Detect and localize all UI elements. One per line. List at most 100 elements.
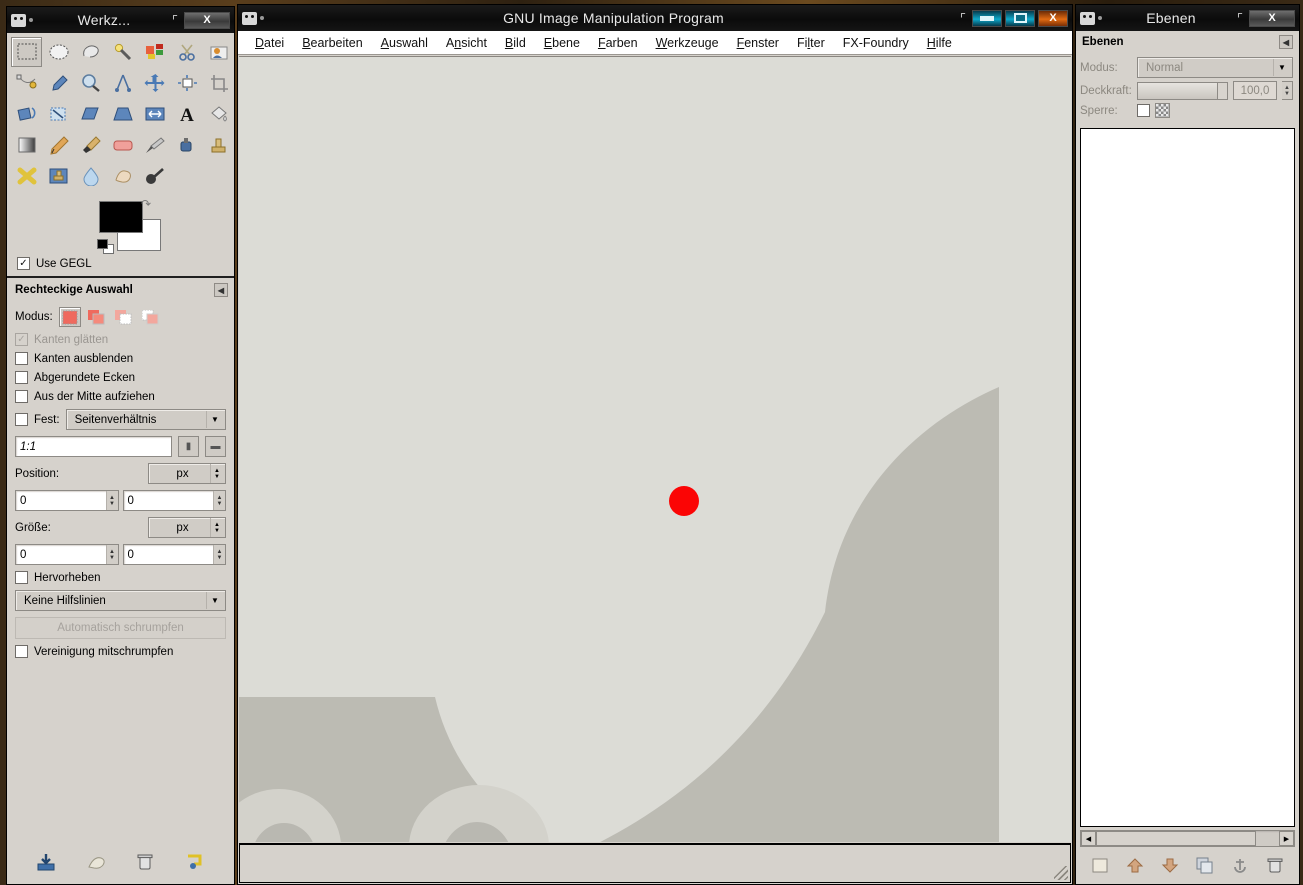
menu-werkzeuge[interactable]: Werkzeuge [647, 33, 728, 53]
save-image-icon[interactable] [36, 853, 56, 876]
highlight-row[interactable]: Hervorheben [15, 571, 226, 584]
menu-datei[interactable]: Datei [246, 33, 293, 53]
tool-airbrush[interactable] [139, 130, 170, 160]
menu-filter[interactable]: Filter [788, 33, 834, 53]
brush-icon[interactable] [86, 853, 106, 876]
raise-layer-icon[interactable] [1126, 857, 1144, 878]
tool-fuzzy-select[interactable] [107, 37, 138, 67]
tool-paintbrush[interactable] [75, 130, 106, 160]
feather-row[interactable]: Kanten ausblenden [15, 352, 226, 365]
menu-ansicht[interactable]: Ansicht [437, 33, 496, 53]
tool-measure[interactable] [107, 68, 138, 98]
tool-move[interactable] [139, 68, 170, 98]
toolbox-shade-button[interactable]: ⌜ [169, 14, 181, 27]
tool-zoom[interactable] [75, 68, 106, 98]
tool-free-select[interactable] [75, 37, 106, 67]
menu-bearbeiten[interactable]: Bearbeiten [293, 33, 371, 53]
tool-crop[interactable] [203, 68, 234, 98]
fixed-mode-combo[interactable]: Seitenverhältnis ▼ [65, 409, 226, 430]
tool-align[interactable] [171, 68, 202, 98]
tool-scale[interactable] [43, 99, 74, 129]
main-close-button[interactable]: X [1038, 9, 1068, 27]
expand-from-center-row[interactable]: Aus der Mitte aufziehen [15, 390, 226, 403]
lock-alpha-icon[interactable] [1155, 103, 1170, 118]
modus-replace-button[interactable] [58, 307, 81, 327]
tool-dodge-burn[interactable] [139, 161, 170, 191]
fixed-checkbox[interactable] [15, 413, 28, 426]
menu-auswahl[interactable]: Auswahl [372, 33, 437, 53]
shrink-merged-row[interactable]: Vereinigung mitschrumpfen [15, 645, 226, 658]
position-x-input[interactable]: 0 ▲ ▼ [15, 490, 119, 511]
guides-combo[interactable]: Keine Hilfslinien ▼ [15, 590, 226, 611]
trash-icon[interactable] [135, 853, 155, 876]
tool-color-picker[interactable] [43, 68, 74, 98]
modus-add-button[interactable] [86, 307, 108, 327]
layers-close-button[interactable]: X [1249, 9, 1295, 27]
duplicate-layer-icon[interactable] [1196, 857, 1214, 878]
delete-layer-icon[interactable] [1266, 857, 1284, 878]
tool-select-by-color[interactable] [139, 37, 170, 67]
tool-rotate[interactable] [11, 99, 42, 129]
resize-grip[interactable] [1054, 866, 1068, 880]
menu-ebene[interactable]: Ebene [535, 33, 589, 53]
canvas-area[interactable] [239, 56, 1071, 842]
tool-scissors-select[interactable] [171, 37, 202, 67]
layers-collapse-button[interactable]: ◀ [1279, 35, 1293, 49]
tool-heal[interactable] [11, 161, 42, 191]
tool-bucket-fill[interactable] [203, 99, 234, 129]
tool-smudge[interactable] [107, 161, 138, 191]
layer-mode-combo[interactable]: Normal ▼ [1137, 57, 1293, 78]
swap-colors-icon[interactable]: ↷ [141, 197, 151, 211]
modus-subtract-button[interactable] [113, 307, 135, 327]
menu-hilfe[interactable]: Hilfe [918, 33, 961, 53]
use-gegl-row[interactable]: ✓ Use GEGL [7, 255, 234, 274]
tool-text[interactable]: A [171, 99, 202, 129]
modus-intersect-button[interactable] [140, 307, 162, 327]
tool-paths[interactable] [11, 68, 42, 98]
tool-pencil[interactable] [43, 130, 74, 160]
tool-clone[interactable] [203, 130, 234, 160]
feather-checkbox[interactable] [15, 352, 28, 365]
toolbox-close-button[interactable]: X [184, 11, 230, 29]
tool-options-collapse-button[interactable]: ◀ [214, 283, 228, 297]
position-y-input[interactable]: 0 ▲ ▼ [122, 490, 226, 511]
menu-fx-foundry[interactable]: FX-Foundry [834, 33, 918, 53]
layer-list[interactable] [1080, 128, 1295, 827]
menu-bild[interactable]: Bild [496, 33, 535, 53]
main-titlebar[interactable]: GNU Image Manipulation Program ⌜ X [238, 5, 1072, 31]
tool-shear[interactable] [75, 99, 106, 129]
menu-farben[interactable]: Farben [589, 33, 647, 53]
undo-history-icon[interactable] [185, 853, 205, 876]
toolbox-titlebar[interactable]: Werkz... ⌜ X [7, 7, 234, 33]
spinner-icon[interactable]: ▲ ▼ [105, 545, 118, 564]
spinner-icon[interactable]: ▲ ▼ [213, 491, 225, 510]
use-gegl-checkbox[interactable]: ✓ [17, 257, 30, 270]
spinner-icon[interactable]: ▲ ▼ [213, 545, 225, 564]
layer-opacity-value[interactable]: 100,0 [1233, 81, 1277, 100]
tool-rect-select[interactable] [11, 37, 42, 67]
tool-perspective-clone[interactable] [43, 161, 74, 191]
position-unit-combo[interactable]: px ▲ ▼ [148, 463, 226, 484]
menu-fenster[interactable]: Fenster [728, 33, 788, 53]
tool-flip[interactable] [139, 99, 170, 129]
main-maximize-button[interactable] [1005, 9, 1035, 27]
ratio-input[interactable]: 1:1 [15, 436, 172, 457]
tool-perspective[interactable] [107, 99, 138, 129]
size-height-input[interactable]: 0 ▲ ▼ [122, 544, 226, 565]
scroll-right-icon[interactable]: ▶ [1279, 831, 1294, 846]
portrait-icon[interactable]: ▮ [178, 436, 199, 457]
layer-list-hscrollbar[interactable]: ◀ ▶ [1080, 830, 1295, 847]
size-width-input[interactable]: 0 ▲ ▼ [15, 544, 119, 565]
default-colors-icon[interactable] [97, 239, 115, 255]
highlight-checkbox[interactable] [15, 571, 28, 584]
spinner-icon[interactable]: ▲ ▼ [1282, 81, 1293, 100]
tool-blur-sharpen[interactable] [75, 161, 106, 191]
antialias-row[interactable]: ✓ Kanten glätten [15, 333, 226, 346]
rounded-corners-row[interactable]: Abgerundete Ecken [15, 371, 226, 384]
layers-shade-button[interactable]: ⌜ [1234, 12, 1246, 25]
size-unit-combo[interactable]: px ▲ ▼ [148, 517, 226, 538]
main-shade-button[interactable]: ⌜ [957, 12, 969, 25]
lock-pixels-checkbox[interactable] [1137, 104, 1150, 117]
layer-opacity-slider[interactable] [1137, 81, 1228, 100]
rounded-corners-checkbox[interactable] [15, 371, 28, 384]
